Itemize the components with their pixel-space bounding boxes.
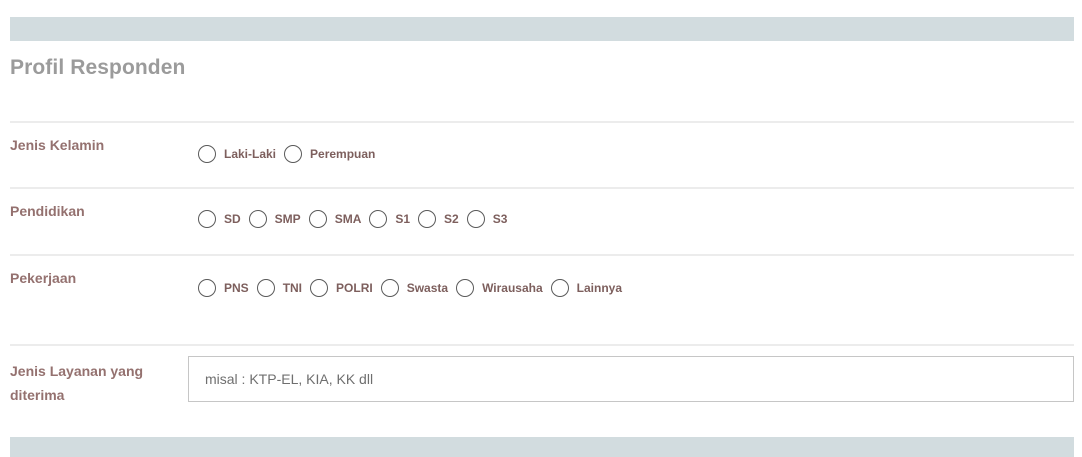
divider bbox=[10, 344, 1074, 346]
radio-circle-icon[interactable] bbox=[310, 279, 329, 297]
radio-circle-icon[interactable] bbox=[380, 279, 399, 297]
gender-radio-group: Laki-Laki Perempuan bbox=[198, 145, 383, 163]
radio-option-sd[interactable]: SD bbox=[198, 210, 241, 228]
radio-circle-icon[interactable] bbox=[256, 279, 275, 297]
education-label: Pendidikan bbox=[10, 203, 85, 219]
radio-circle-icon[interactable] bbox=[466, 210, 485, 228]
radio-circle-icon[interactable] bbox=[550, 279, 569, 297]
radio-option-tni[interactable]: TNI bbox=[256, 279, 303, 297]
radio-label: S2 bbox=[444, 212, 459, 226]
radio-label: Laki-Laki bbox=[224, 147, 277, 161]
radio-option-sma[interactable]: SMA bbox=[308, 210, 362, 228]
radio-circle-icon[interactable] bbox=[198, 210, 216, 228]
radio-option-s3[interactable]: S3 bbox=[466, 210, 508, 228]
radio-label: Wirausaha bbox=[482, 281, 543, 295]
service-label: Jenis Layanan yang diterima bbox=[10, 363, 144, 403]
radio-label: PNS bbox=[224, 281, 249, 295]
job-label: Pekerjaan bbox=[10, 270, 77, 286]
radio-circle-icon[interactable] bbox=[418, 210, 437, 228]
radio-circle-icon[interactable] bbox=[456, 279, 475, 297]
radio-label: Perempuan bbox=[310, 147, 376, 161]
radio-option-lainnya[interactable]: Lainnya bbox=[550, 279, 623, 297]
radio-option-s1[interactable]: S1 bbox=[369, 210, 410, 228]
divider bbox=[10, 121, 1074, 123]
radio-option-s2[interactable]: S2 bbox=[418, 210, 459, 228]
radio-label: TNI bbox=[282, 281, 303, 295]
radio-label: S3 bbox=[492, 212, 508, 226]
service-input[interactable] bbox=[188, 356, 1074, 402]
radio-circle-icon[interactable] bbox=[198, 279, 216, 297]
gender-label: Jenis Kelamin bbox=[10, 137, 105, 153]
radio-option-wirausaha[interactable]: Wirausaha bbox=[456, 279, 543, 297]
radio-label: Lainnya bbox=[576, 281, 623, 295]
section-header-bar bbox=[10, 17, 1074, 41]
radio-circle-icon[interactable] bbox=[369, 210, 388, 228]
divider bbox=[10, 254, 1074, 256]
radio-option-pns[interactable]: PNS bbox=[198, 279, 249, 297]
radio-option-polri[interactable]: POLRI bbox=[310, 279, 373, 297]
radio-label: SMP bbox=[274, 212, 301, 226]
radio-circle-icon[interactable] bbox=[248, 210, 267, 228]
radio-label: S1 bbox=[395, 212, 411, 226]
radio-option-laki-laki[interactable]: Laki-Laki bbox=[198, 145, 276, 163]
radio-circle-icon[interactable] bbox=[198, 145, 216, 163]
radio-option-smp[interactable]: SMP bbox=[248, 210, 301, 228]
radio-option-perempuan[interactable]: Perempuan bbox=[284, 145, 375, 163]
page-title: Profil Responden bbox=[10, 56, 186, 79]
radio-label: SD bbox=[224, 212, 241, 226]
radio-label: SMA bbox=[334, 212, 362, 226]
divider bbox=[10, 187, 1074, 189]
radio-circle-icon[interactable] bbox=[308, 210, 327, 228]
radio-label: POLRI bbox=[336, 281, 373, 295]
job-radio-group: PNS TNI POLRI Swasta Wirausaha Lainnya bbox=[198, 279, 630, 297]
education-radio-group: SD SMP SMA S1 S2 S3 bbox=[198, 210, 515, 228]
radio-label: Swasta bbox=[406, 281, 449, 295]
radio-option-swasta[interactable]: Swasta bbox=[380, 279, 449, 297]
radio-circle-icon[interactable] bbox=[284, 145, 303, 163]
section-footer-bar bbox=[10, 437, 1074, 457]
